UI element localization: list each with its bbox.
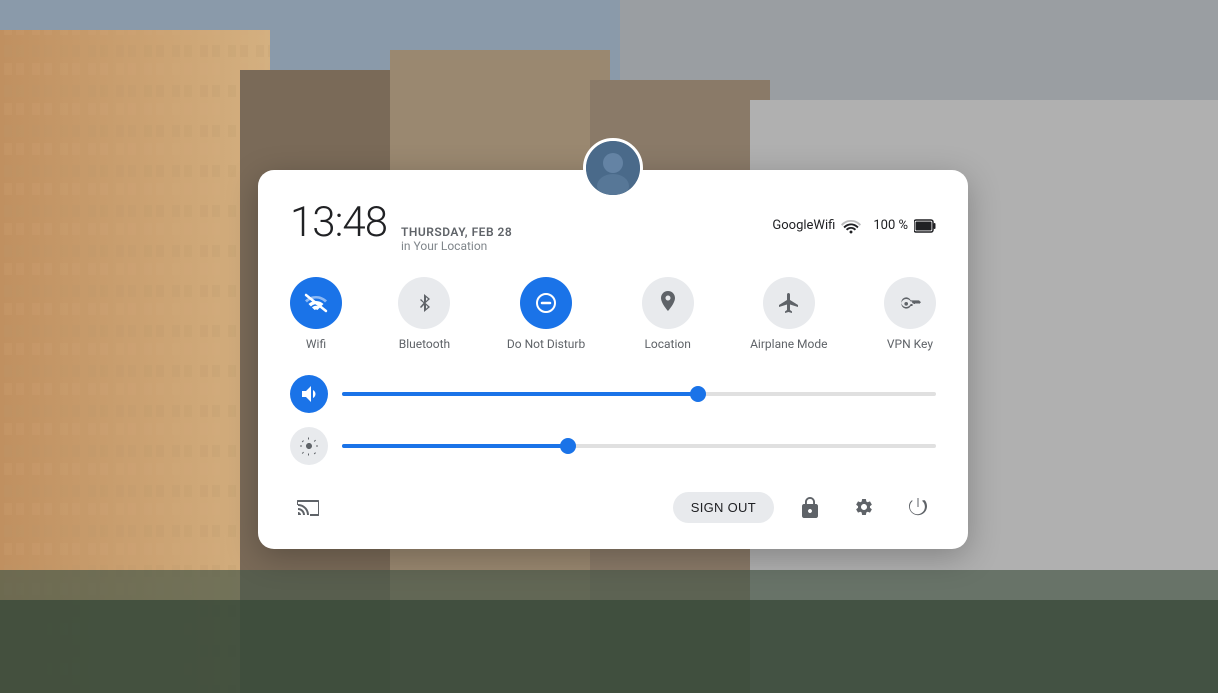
toggle-airplane[interactable]: Airplane Mode [750,277,827,351]
brightness-icon-button[interactable] [290,427,328,465]
avatar-container [583,138,643,198]
volume-slider-row [290,375,936,413]
wifi-signal-icon [841,218,861,234]
quick-settings-panel: 13:48 THURSDAY, FEB 28 in Your Location … [258,170,968,549]
avatar[interactable] [583,138,643,198]
battery-icon [914,219,936,233]
airplane-toggle-button[interactable] [763,277,815,329]
toggles-row: Wifi Bluetooth Do Not [290,277,936,351]
panel-top-row: 13:48 THURSDAY, FEB 28 in Your Location … [290,198,936,253]
toggle-wifi[interactable]: Wifi [290,277,342,351]
cast-button[interactable] [290,489,326,525]
date-location: THURSDAY, FEB 28 in Your Location [401,225,512,253]
bluetooth-toggle-button[interactable] [398,277,450,329]
volume-icon-button[interactable] [290,375,328,413]
airplane-label: Airplane Mode [750,337,827,351]
brightness-slider-row [290,427,936,465]
bottom-right: SIGN OUT [673,489,936,525]
location-toggle-button[interactable] [642,277,694,329]
date-display: THURSDAY, FEB 28 [401,225,512,239]
bottom-row: SIGN OUT [290,489,936,525]
sliders-section [290,375,936,465]
vpn-toggle-button[interactable] [884,277,936,329]
status-section: GoogleWifi 100 % [772,218,936,234]
panel-card: 13:48 THURSDAY, FEB 28 in Your Location … [258,170,968,549]
sign-out-button[interactable]: SIGN OUT [673,492,774,523]
wifi-toggle-button[interactable] [290,277,342,329]
toggle-location[interactable]: Location [642,277,694,351]
wifi-network-name: GoogleWifi [772,218,835,233]
dnd-label: Do Not Disturb [507,337,585,351]
time-section: 13:48 THURSDAY, FEB 28 in Your Location [290,198,512,253]
bottom-left [290,489,326,525]
brightness-slider[interactable] [342,436,936,456]
dnd-toggle-button[interactable] [520,277,572,329]
bluetooth-label: Bluetooth [399,337,450,351]
toggle-vpn[interactable]: VPN Key [884,277,936,351]
toggle-dnd[interactable]: Do Not Disturb [507,277,585,351]
vpn-label: VPN Key [887,337,933,351]
location-label: Location [644,337,690,351]
clock-display: 13:48 [290,198,387,247]
volume-slider[interactable] [342,384,936,404]
power-button[interactable] [900,489,936,525]
battery-percentage: 100 % [873,218,908,233]
settings-button[interactable] [846,489,882,525]
wifi-label: Wifi [306,337,326,351]
toggle-bluetooth[interactable]: Bluetooth [398,277,450,351]
location-display: in Your Location [401,239,512,253]
lock-button[interactable] [792,489,828,525]
